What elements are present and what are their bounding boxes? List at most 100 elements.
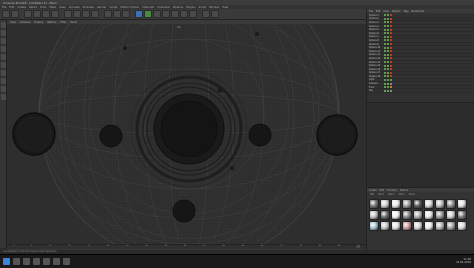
tag-icon[interactable] [390, 25, 392, 28]
material-swatch[interactable] [435, 199, 445, 209]
material-menu-item[interactable]: Texture [400, 189, 408, 192]
x-axis-icon[interactable] [64, 10, 72, 18]
tweak-mode-icon[interactable] [0, 78, 6, 84]
render-dot[interactable] [387, 43, 389, 46]
material-swatch[interactable] [402, 221, 412, 231]
render-dot[interactable] [387, 68, 389, 71]
material-swatch[interactable] [391, 199, 401, 209]
search-icon[interactable] [211, 10, 219, 18]
render-dot[interactable] [387, 71, 389, 74]
material-menu-item[interactable]: Create [369, 189, 377, 192]
render-view-icon[interactable] [104, 10, 112, 18]
tag-icon[interactable] [390, 82, 392, 85]
floor-icon[interactable] [171, 10, 179, 18]
model-mode-icon[interactable] [0, 22, 6, 28]
spline-pen-icon[interactable] [144, 10, 152, 18]
visibility-dot[interactable] [384, 82, 386, 85]
visibility-dot[interactable] [384, 25, 386, 28]
visibility-dot[interactable] [384, 46, 386, 49]
render-dot[interactable] [387, 39, 389, 42]
render-dot[interactable] [387, 50, 389, 53]
tag-icon[interactable] [390, 68, 392, 71]
material-name[interactable]: Mat.2 [388, 193, 394, 196]
axis-mode-icon[interactable] [0, 70, 6, 76]
object-row[interactable]: Sky [367, 89, 474, 94]
tag-icon[interactable] [390, 35, 392, 38]
app-taskbar-icon[interactable] [63, 258, 70, 265]
render-dot[interactable] [387, 75, 389, 78]
tag-icon[interactable] [390, 61, 392, 64]
visibility-dot[interactable] [384, 28, 386, 31]
tag-icon[interactable] [390, 75, 392, 78]
browser-icon[interactable] [43, 258, 50, 265]
tag-icon[interactable] [390, 32, 392, 35]
tag-icon[interactable] [390, 78, 392, 81]
material-swatch[interactable] [435, 221, 445, 231]
material-swatch[interactable] [402, 199, 412, 209]
render-dot[interactable] [387, 46, 389, 49]
material-swatch[interactable] [369, 199, 379, 209]
material-name[interactable]: Mat.4 [409, 193, 415, 196]
render-dot[interactable] [387, 82, 389, 85]
object-menu-item[interactable]: Tags [403, 10, 408, 13]
visibility-dot[interactable] [384, 35, 386, 38]
render-picture-viewer-icon[interactable] [113, 10, 121, 18]
move-icon[interactable] [33, 10, 41, 18]
visibility-dot[interactable] [384, 78, 386, 81]
render-dot[interactable] [387, 78, 389, 81]
render-dot[interactable] [387, 35, 389, 38]
tag-icon[interactable] [390, 71, 392, 74]
workplane-lock-icon[interactable] [0, 94, 6, 100]
material-swatch[interactable] [391, 210, 401, 220]
tag-icon[interactable] [390, 89, 392, 92]
visibility-dot[interactable] [384, 57, 386, 60]
task-view-icon[interactable] [23, 258, 30, 265]
render-dot[interactable] [387, 25, 389, 28]
material-swatch[interactable] [391, 221, 401, 231]
render-dot[interactable] [387, 28, 389, 31]
visibility-dot[interactable] [384, 64, 386, 67]
visibility-dot[interactable] [384, 53, 386, 56]
workplane-mode-icon[interactable] [0, 38, 6, 44]
material-name[interactable]: Mat.1 [378, 193, 384, 196]
subdivision-icon[interactable] [153, 10, 161, 18]
render-dot[interactable] [387, 86, 389, 89]
object-menu-item[interactable]: Bookmarks [412, 10, 425, 13]
visibility-dot[interactable] [384, 21, 386, 24]
visibility-dot[interactable] [384, 50, 386, 53]
object-menu-item[interactable]: Objects [392, 10, 401, 13]
render-dot[interactable] [387, 14, 389, 17]
tag-icon[interactable] [390, 64, 392, 67]
material-swatch[interactable] [380, 199, 390, 209]
material-swatch[interactable] [402, 210, 412, 220]
material-swatch[interactable] [424, 210, 434, 220]
object-menu-item[interactable]: File [369, 10, 373, 13]
visibility-dot[interactable] [384, 71, 386, 74]
visibility-dot[interactable] [384, 43, 386, 46]
material-swatch[interactable] [424, 199, 434, 209]
tag-icon[interactable] [390, 43, 392, 46]
render-dot[interactable] [387, 57, 389, 60]
tag-icon[interactable] [390, 86, 392, 89]
search-taskbar-icon[interactable] [13, 258, 20, 265]
attribute-manager[interactable] [367, 102, 474, 187]
material-swatch[interactable] [457, 221, 467, 231]
visibility-dot[interactable] [384, 32, 386, 35]
rotate-icon[interactable] [51, 10, 59, 18]
y-axis-icon[interactable] [73, 10, 81, 18]
scale-icon[interactable] [42, 10, 50, 18]
layout-icon[interactable] [202, 10, 210, 18]
tag-icon[interactable] [390, 14, 392, 17]
material-swatch[interactable] [435, 210, 445, 220]
render-dot[interactable] [387, 17, 389, 20]
object-menu-item[interactable]: Edit [376, 10, 380, 13]
cube-icon[interactable] [135, 10, 143, 18]
material-name[interactable]: Mat [370, 193, 374, 196]
array-icon[interactable] [162, 10, 170, 18]
object-list[interactable]: Sphere.1 Sphere.2 Sphere.3 Sphere.4 Sphere.5… [367, 14, 474, 102]
material-swatch[interactable] [413, 210, 423, 220]
camera-icon[interactable] [180, 10, 188, 18]
system-tray[interactable]: 11:30 21.01.2019 [456, 258, 471, 264]
material-swatch[interactable] [380, 221, 390, 231]
live-selection-icon[interactable] [24, 10, 32, 18]
